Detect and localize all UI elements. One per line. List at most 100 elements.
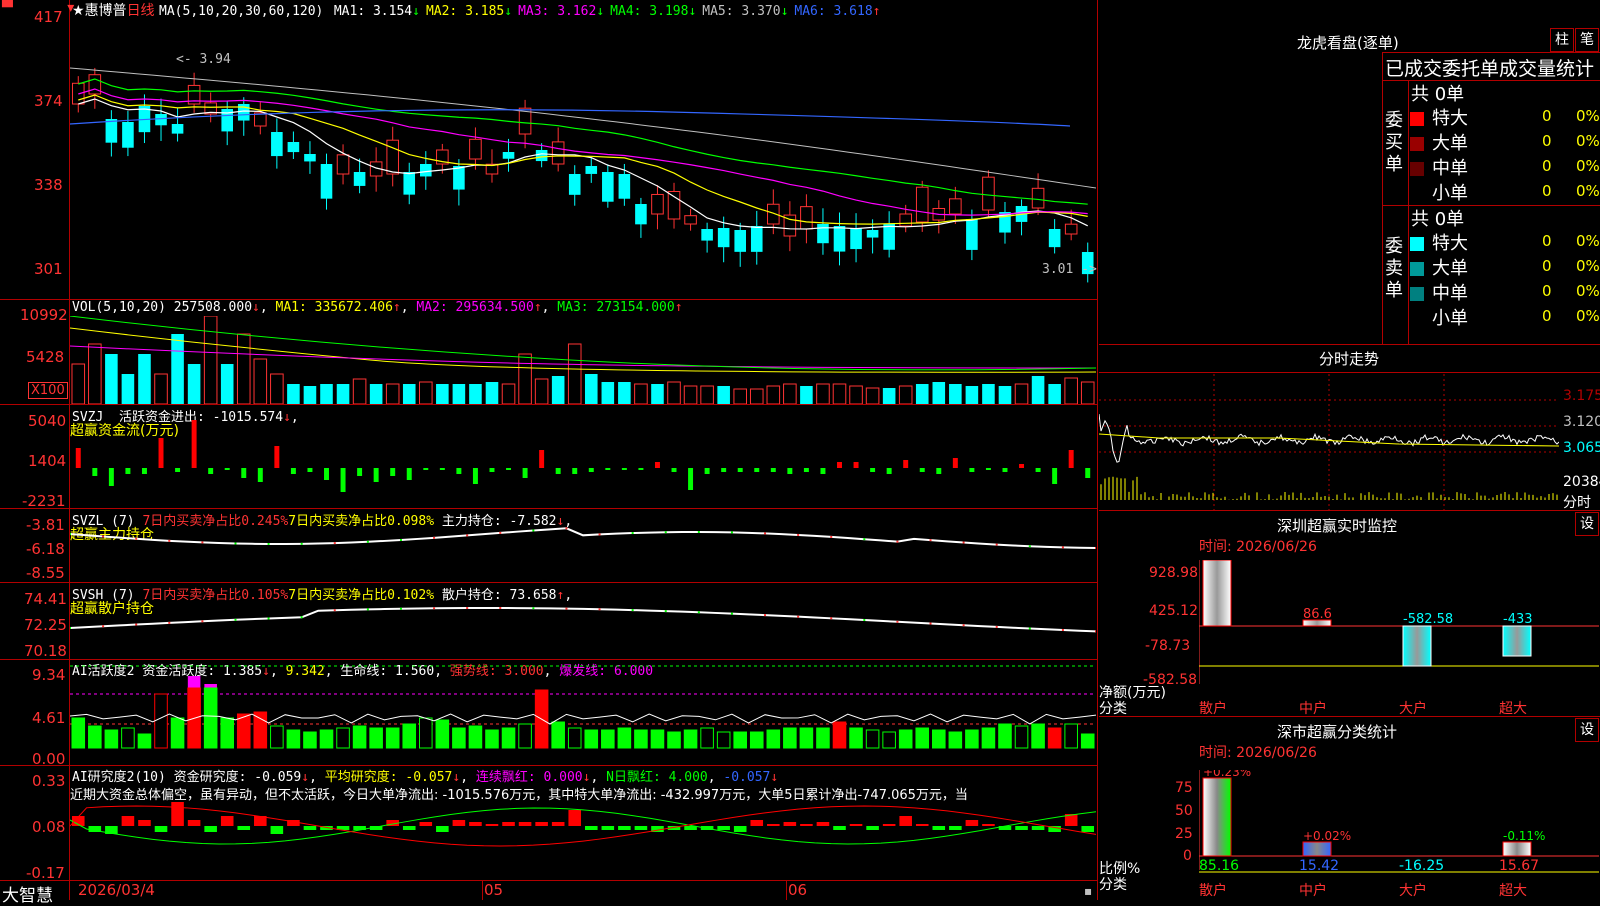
- holding-dot: [135, 623, 138, 626]
- stat-title: 已成交委托单成交量统计: [1385, 58, 1595, 80]
- candle-down: [320, 164, 333, 199]
- svzj-chart[interactable]: [70, 420, 1096, 508]
- buy-row: 小单: [1410, 179, 1468, 205]
- volume-bar-up: [667, 381, 681, 404]
- ai2-bar: [220, 816, 234, 826]
- class-bar-bottom: 15.67: [1499, 858, 1540, 874]
- holding-dot: [102, 535, 105, 538]
- candle-down: [883, 224, 895, 250]
- fund-flow-bar: [621, 468, 627, 470]
- volume-bar-up: [849, 385, 863, 404]
- holding-dot: [1095, 546, 1096, 549]
- ai2-chart[interactable]: [70, 800, 1096, 880]
- volume-bar-down: [717, 386, 730, 404]
- monitor-settings-button[interactable]: 设: [1575, 512, 1599, 536]
- legend-pct: 0%: [1576, 307, 1600, 325]
- class-category: 超大: [1499, 883, 1527, 899]
- ai1-bar: [336, 727, 350, 749]
- fund-flow-bar: [886, 468, 892, 474]
- fund-flow-bar: [1035, 468, 1041, 472]
- fund-flow-bar: [952, 458, 958, 468]
- legend-value: 0: [1542, 157, 1552, 175]
- volume-bar-down: [965, 386, 979, 404]
- volume-bar-down: [105, 354, 118, 404]
- candle-up: [551, 141, 565, 165]
- intraday-chart[interactable]: [1099, 374, 1559, 510]
- main-chart-area[interactable]: ▀ ▾ ★惠博普日线 MA(5,10,20,30,60,120) MA1: 3.…: [0, 0, 1098, 906]
- ai2-bar: [1015, 826, 1028, 830]
- ai2-bar: [965, 820, 979, 826]
- fund-flow-bar: [522, 468, 528, 478]
- ai2-bar: [584, 826, 598, 830]
- legend-pct: 0%: [1576, 107, 1600, 125]
- class-bar: [1202, 777, 1232, 857]
- ai2-bar: [303, 826, 317, 830]
- price-axis-1: 417: [34, 8, 63, 26]
- volume-bar-down: [915, 384, 929, 404]
- ai1-bar: [419, 717, 433, 749]
- ai1-bar: [799, 727, 814, 749]
- candle-down: [618, 174, 631, 199]
- fund-flow-bar: [423, 468, 429, 470]
- ai1-bar: [716, 731, 731, 749]
- lock-icon[interactable]: ▪: [1084, 884, 1092, 898]
- ai1-arrow: ↓: [975, 664, 987, 668]
- buy-row: 特大: [1410, 104, 1468, 130]
- holding-dot: [399, 538, 402, 541]
- holding-dot: [995, 543, 998, 546]
- holding-dot: [929, 622, 932, 625]
- sell-row: 中单: [1410, 279, 1468, 305]
- holding-dot: [499, 531, 502, 534]
- ai1-bar: [1064, 723, 1078, 749]
- volume-bar-down: [303, 386, 317, 404]
- ai2-axis-3: -0.17: [26, 864, 65, 882]
- ai1-bar: [832, 721, 847, 749]
- volume-chart[interactable]: [70, 316, 1096, 404]
- ai1-bar: [1014, 725, 1029, 749]
- holding-dot: [168, 621, 171, 624]
- volume-bar-up: [501, 383, 516, 404]
- holding-dot: [1061, 546, 1064, 549]
- svzl-axis-1: -3.81: [26, 516, 65, 534]
- monitor-time: 时间: 2026/06/26: [1199, 539, 1317, 555]
- tab-tick[interactable]: 笔: [1575, 28, 1599, 52]
- svzl-chart[interactable]: [70, 520, 1096, 582]
- tab-column[interactable]: 柱: [1550, 28, 1574, 52]
- volume-bar-down: [551, 376, 565, 404]
- volume-bar-up: [518, 353, 532, 404]
- right-sidebar: 龙虎看盘(逐单) 柱 笔 已成交委托单成交量统计 委买单 共 0单 委卖单 共 …: [1099, 0, 1600, 900]
- holding-dot: [664, 531, 667, 534]
- monitor-category: 散户: [1199, 701, 1227, 717]
- ai1-axis-1: 9.34: [32, 666, 66, 684]
- ai2-bar: [502, 822, 515, 826]
- ai2-bar: [949, 826, 962, 830]
- svsh-chart[interactable]: [70, 596, 1096, 658]
- candle-down: [1048, 229, 1061, 248]
- class-settings-button[interactable]: 设: [1575, 718, 1599, 742]
- menu-icon[interactable]: ▀: [2, 0, 13, 16]
- holding-dot: [168, 539, 171, 542]
- fund-flow-bar: [539, 450, 545, 468]
- volume-bar-up: [683, 385, 698, 404]
- holding-dot: [863, 619, 866, 622]
- fund-flow-bar: [158, 438, 164, 468]
- ai2-bar: [915, 824, 929, 826]
- volume-bar-up: [832, 383, 847, 404]
- fund-flow-bar: [489, 468, 495, 472]
- ai2-bar: [204, 826, 217, 832]
- ai2-bar: [535, 822, 548, 826]
- volume-bar-up: [203, 316, 218, 404]
- fund-flow-bar: [853, 462, 859, 468]
- volume-bar-down: [651, 384, 664, 404]
- fund-flow-bar: [92, 468, 98, 476]
- volume-bar-down: [436, 384, 449, 404]
- high-annotation: <- 3.94: [176, 52, 231, 67]
- ai1-chart[interactable]: ↓↓: [70, 664, 1096, 764]
- candle-up: [982, 176, 995, 211]
- holding-dot: [764, 614, 767, 617]
- holding-dot: [962, 541, 965, 544]
- ai1-bar: [567, 727, 582, 749]
- fund-flow-bar: [787, 468, 793, 474]
- monitor-chart[interactable]: 928.98 86.6 -582.58 -433: [1199, 560, 1599, 684]
- svsh-axis-2: 72.25: [24, 616, 67, 634]
